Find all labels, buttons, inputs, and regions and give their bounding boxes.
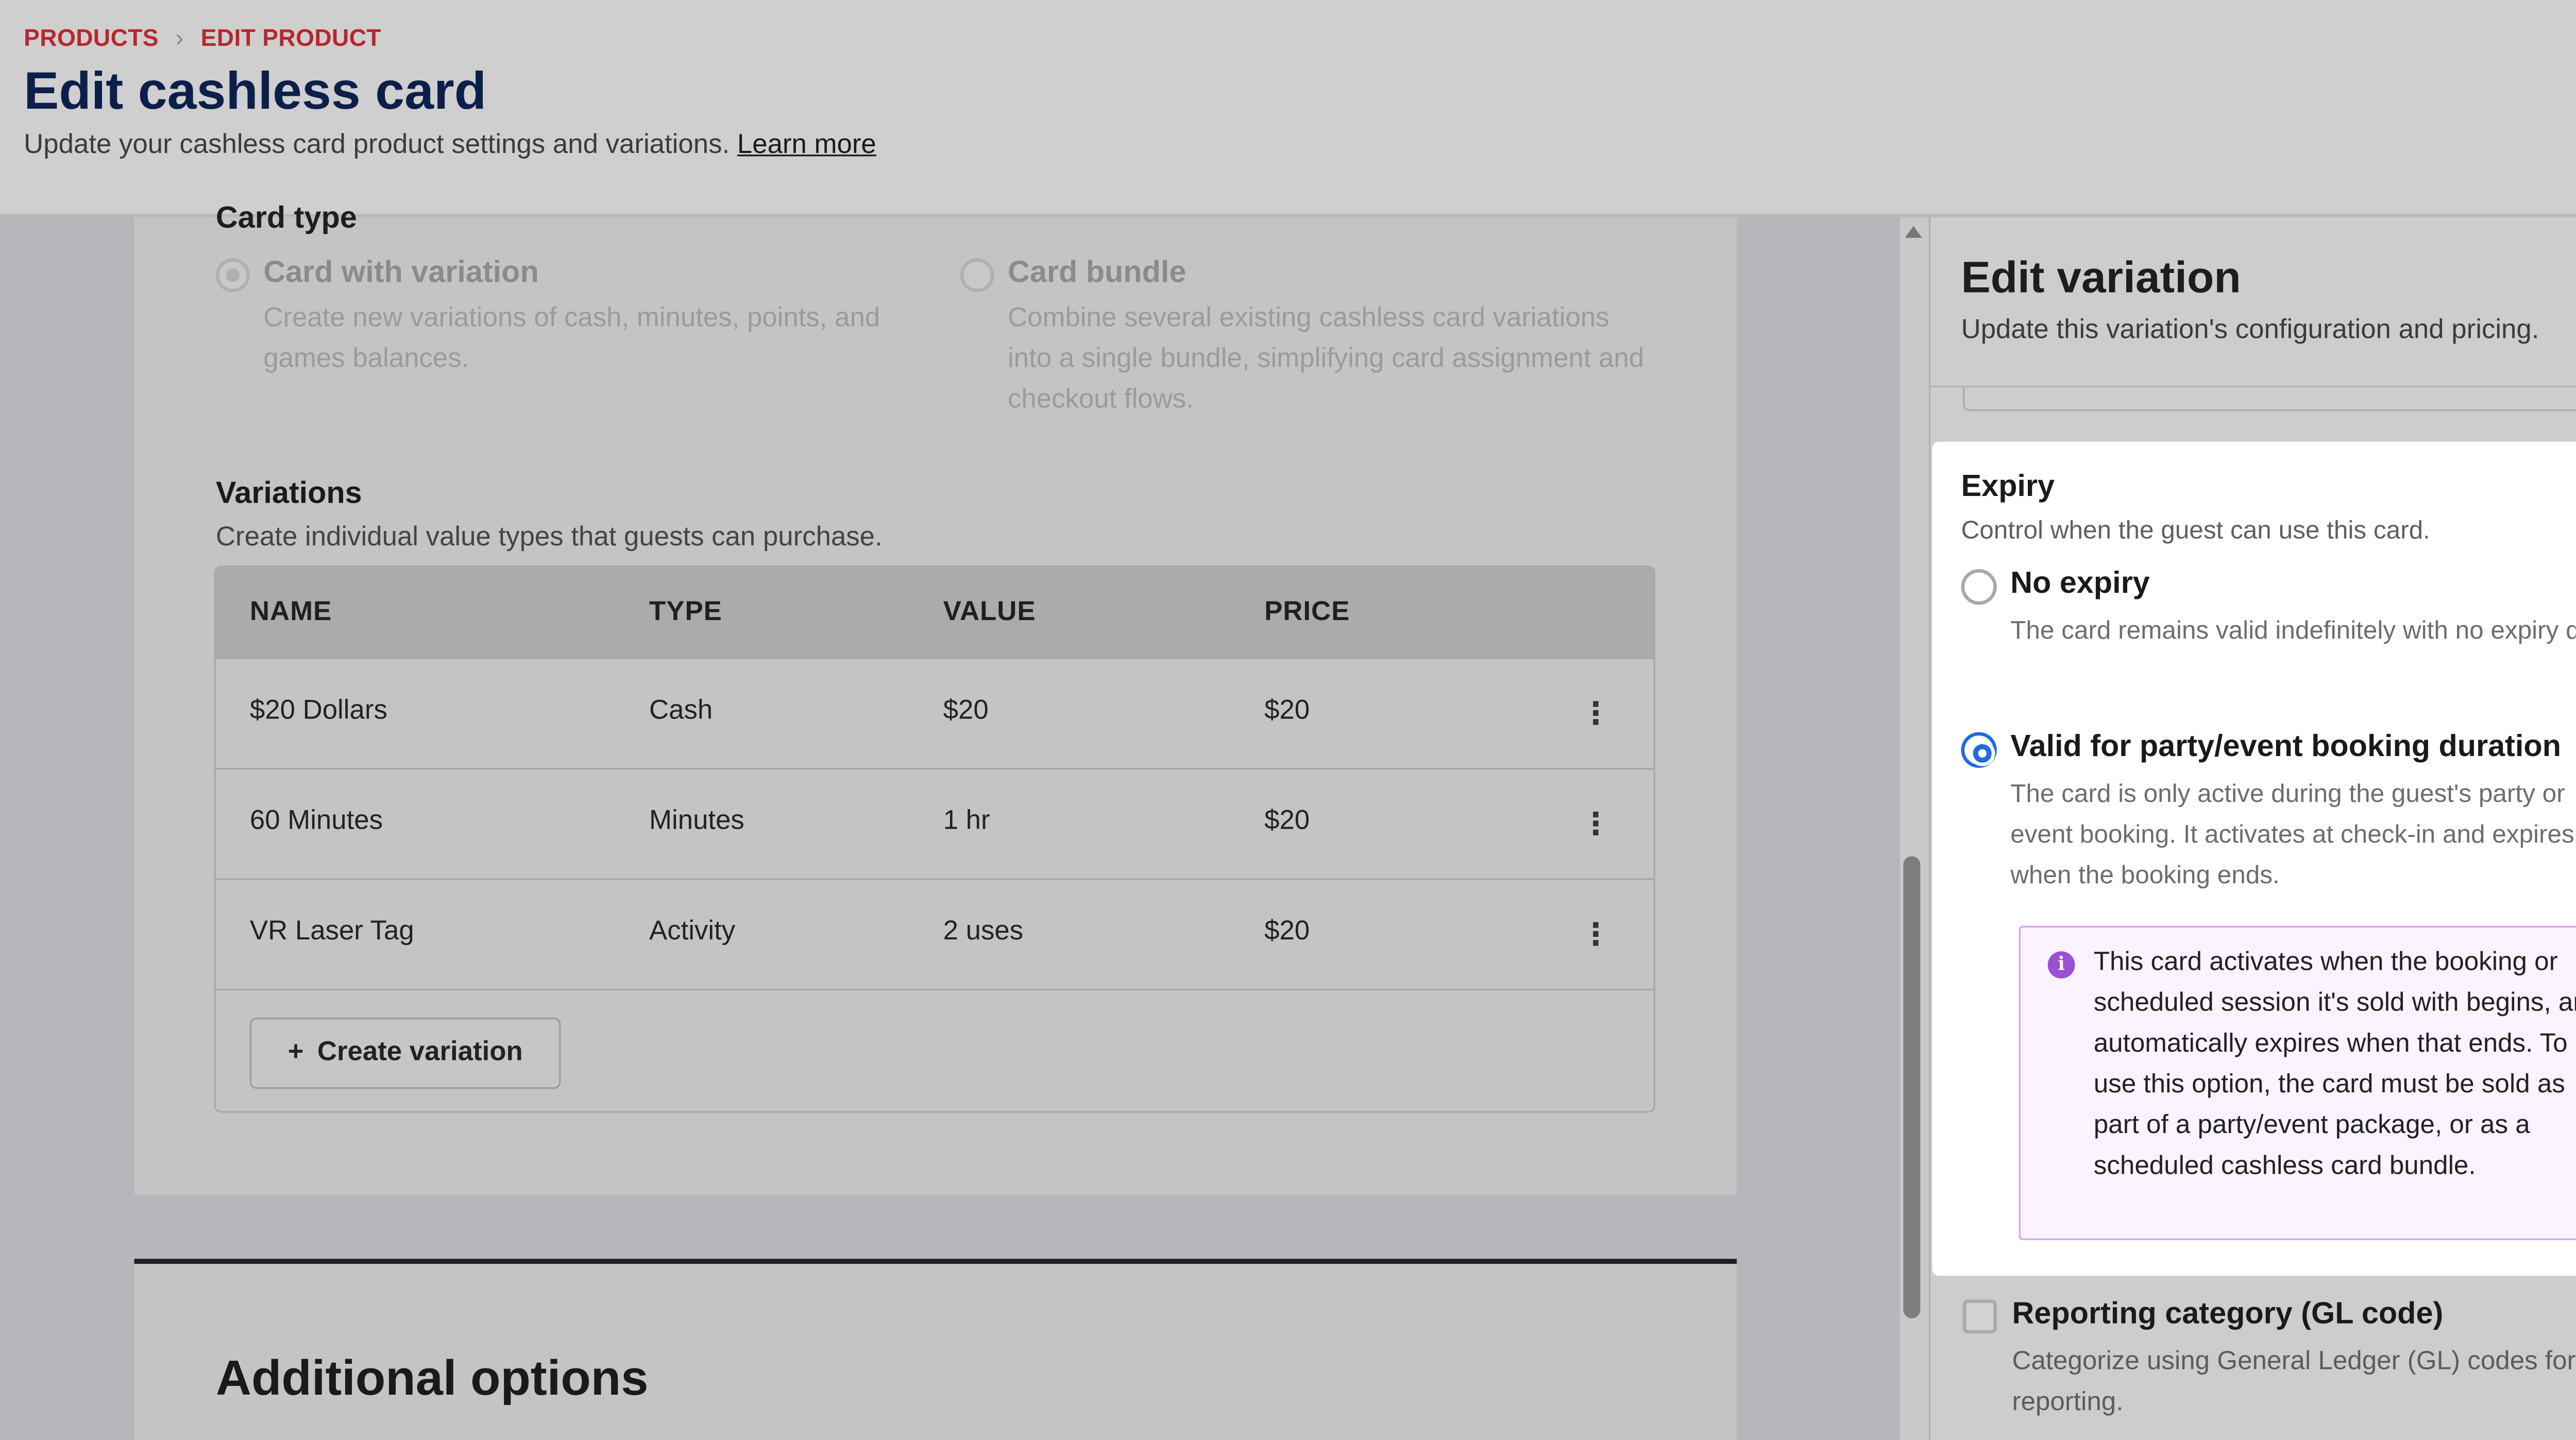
breadcrumb-products[interactable]: PRODUCTS	[24, 24, 159, 51]
no-expiry-description: The card remains valid indefinitely with…	[2010, 616, 2576, 646]
card-bundle-label: Card bundle	[1008, 254, 1187, 289]
cell-value: $20	[943, 696, 989, 726]
info-callout-text: This card activates when the booking or …	[2093, 948, 2576, 1181]
expiry-subtitle: Control when the guest can use this card…	[1961, 516, 2430, 545]
expiry-heading: Expiry	[1961, 469, 2055, 503]
reporting-category-checkbox[interactable]	[1962, 1299, 1997, 1334]
card-with-variation-label: Card with variation	[263, 254, 539, 289]
cell-value: 1 hr	[943, 807, 990, 836]
cell-name: 60 Minutes	[249, 807, 383, 836]
column-header-value: VALUE	[943, 598, 1036, 627]
panel-title: Edit variation	[1961, 251, 2241, 303]
no-expiry-label: No expiry	[2010, 565, 2150, 600]
card-bundle-description: Combine several existing cashless card v…	[1008, 304, 1645, 415]
cell-price: $20	[1264, 807, 1310, 836]
main-content: Card type Card with variation Create new…	[0, 200, 1900, 1440]
card-with-variation-radio[interactable]	[215, 258, 250, 293]
create-variation-button[interactable]: + Create variation	[249, 1017, 561, 1089]
table-footer: + Create variation	[215, 988, 1654, 1111]
panel-header: Edit variation Update this variation's c…	[1930, 217, 2576, 388]
variations-table: NAME TYPE VALUE PRICE $20 Dollars Cash $…	[214, 565, 1655, 1113]
page-title: Edit cashless card	[24, 61, 487, 121]
page-subtitle: Update your cashless card product settin…	[24, 131, 876, 161]
panel-subtitle: Update this variation's configuration an…	[1961, 316, 2539, 345]
variations-heading: Variations	[215, 475, 362, 510]
page-subtitle-text: Update your cashless card product settin…	[24, 130, 730, 160]
cell-price: $20	[1264, 917, 1310, 947]
reporting-category-description: Categorize using General Ledger (GL) cod…	[2012, 1347, 2576, 1417]
app-root: PRODUCTS › EDIT PRODUCT Edit cashless ca…	[0, 0, 2576, 1440]
expiry-section: Expiry Control when the guest can use th…	[1932, 441, 2576, 1276]
cell-type: Cash	[649, 696, 713, 726]
learn-more-link[interactable]: Learn more	[737, 131, 876, 160]
table-row[interactable]: VR Laser Tag Activity 2 uses $20 ⋮	[215, 878, 1654, 988]
booking-duration-label: Valid for party/event booking duration	[2010, 729, 2561, 763]
table-row[interactable]: 60 Minutes Minutes 1 hr $20 ⋮	[215, 767, 1654, 878]
reporting-category-label: Reporting category (GL code)	[2012, 1296, 2444, 1330]
page-header: PRODUCTS › EDIT PRODUCT Edit cashless ca…	[0, 0, 2576, 216]
cell-name: VR Laser Tag	[249, 917, 414, 947]
kebab-menu-icon[interactable]: ⋮	[1581, 914, 1611, 955]
table-row[interactable]: $20 Dollars Cash $20 $20 ⋮	[215, 657, 1654, 768]
info-callout: i This card activates when the booking o…	[2019, 925, 2576, 1240]
booking-duration-radio[interactable]	[1961, 732, 1997, 768]
cell-price: $20	[1264, 696, 1310, 726]
breadcrumb: PRODUCTS › EDIT PRODUCT	[24, 24, 381, 51]
cell-type: Minutes	[649, 807, 744, 836]
column-header-type: TYPE	[649, 598, 722, 627]
scroll-up-arrow-icon[interactable]	[1905, 226, 1922, 238]
card-with-variation-description: Create new variations of cash, minutes, …	[263, 304, 880, 374]
additional-options-heading: Additional options	[215, 1352, 649, 1407]
booking-duration-description: The card is only active during the guest…	[2010, 780, 2574, 890]
kebab-menu-icon[interactable]: ⋮	[1581, 693, 1611, 734]
cell-type: Activity	[649, 917, 736, 947]
product-settings-card: Card type Card with variation Create new…	[134, 200, 1737, 1194]
breadcrumb-edit-product[interactable]: EDIT PRODUCT	[201, 24, 381, 51]
card-bundle-radio[interactable]	[960, 258, 994, 293]
cell-name: $20 Dollars	[249, 696, 387, 726]
table-header: NAME TYPE VALUE PRICE	[215, 567, 1654, 658]
create-variation-label: Create variation	[317, 1038, 523, 1067]
chevron-right-icon: ›	[175, 24, 184, 51]
cell-value: 2 uses	[943, 917, 1024, 947]
column-header-price: PRICE	[1264, 598, 1350, 627]
plus-icon: +	[287, 1038, 304, 1067]
no-expiry-radio[interactable]	[1961, 569, 1997, 605]
kebab-menu-icon[interactable]: ⋮	[1581, 803, 1611, 844]
card-type-heading: Card type	[215, 200, 357, 235]
additional-options-card: Additional options	[134, 1264, 1737, 1440]
info-icon: i	[2047, 951, 2075, 979]
section-divider	[134, 1259, 1737, 1264]
column-header-name: NAME	[249, 598, 332, 627]
variations-subtitle: Create individual value types that guest…	[215, 523, 883, 553]
input-field-bottom	[1962, 387, 2576, 412]
main-scrollbar-thumb[interactable]	[1903, 856, 1921, 1318]
